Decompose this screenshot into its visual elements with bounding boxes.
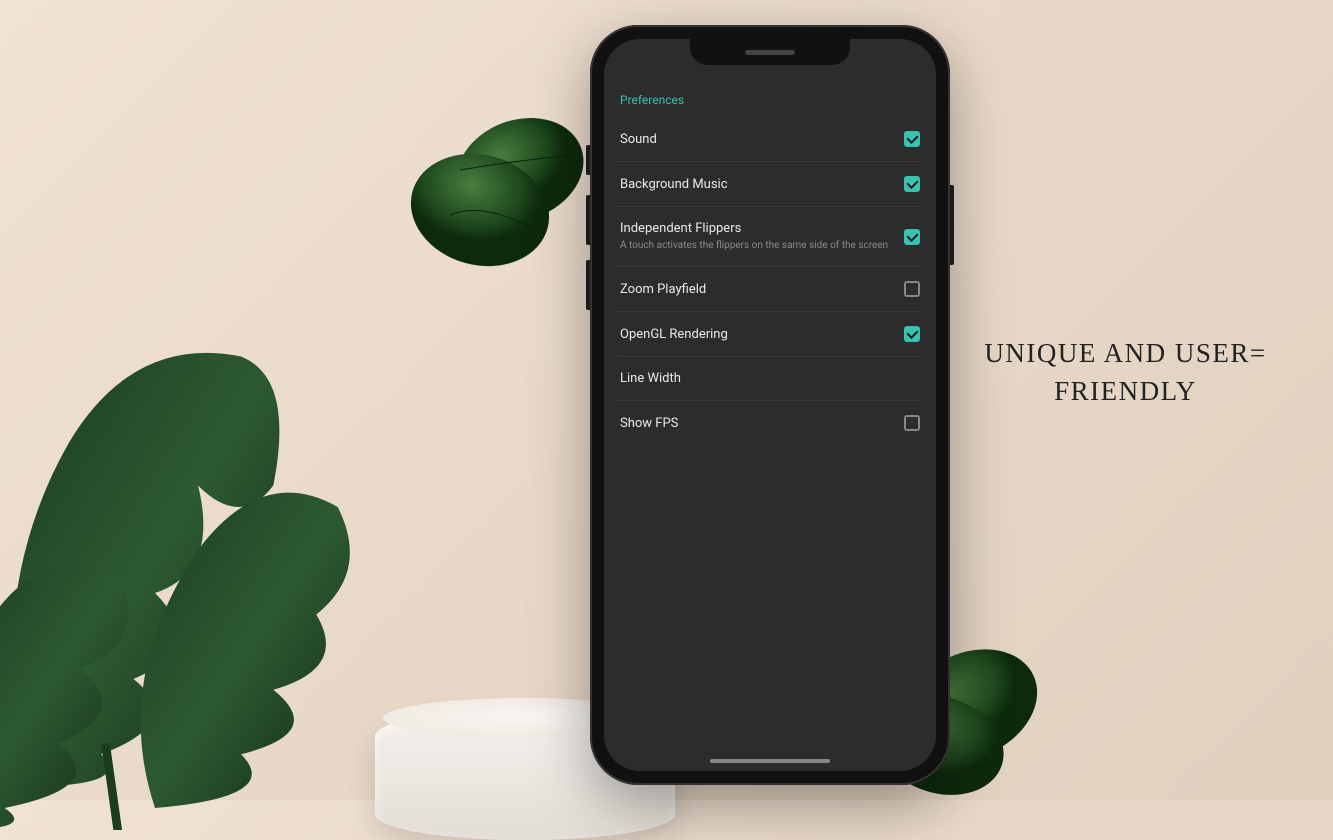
tagline-line1: UNIQUE AND USER= bbox=[984, 338, 1266, 368]
checkbox[interactable] bbox=[904, 131, 920, 147]
preferences-panel: Preferences Sound Background Music Indepen… bbox=[604, 39, 936, 445]
pref-row-zoom-playfield[interactable]: Zoom Playfield bbox=[618, 267, 922, 312]
pref-subtitle: A touch activates the flippers on the sa… bbox=[620, 239, 894, 252]
pref-text: Zoom Playfield bbox=[620, 282, 904, 297]
pref-title: Zoom Playfield bbox=[620, 282, 894, 297]
checkbox[interactable] bbox=[904, 326, 920, 342]
pref-row-independent-flippers[interactable]: Independent Flippers A touch activates th… bbox=[618, 207, 922, 267]
phone-side-button bbox=[586, 145, 590, 175]
tagline: UNIQUE AND USER= FRIENDLY bbox=[958, 335, 1293, 411]
pref-title: Independent Flippers bbox=[620, 221, 894, 236]
pref-row-background-music[interactable]: Background Music bbox=[618, 162, 922, 207]
plant-decor-left bbox=[0, 270, 370, 830]
pref-row-line-width[interactable]: Line Width bbox=[618, 357, 922, 401]
checkbox[interactable] bbox=[904, 229, 920, 245]
pref-text: Background Music bbox=[620, 177, 904, 192]
phone-side-button bbox=[586, 195, 590, 245]
tagline-line2: FRIENDLY bbox=[1054, 376, 1197, 406]
phone-mockup: Preferences Sound Background Music Indepen… bbox=[590, 25, 950, 785]
checkbox[interactable] bbox=[904, 415, 920, 431]
pref-text: Line Width bbox=[620, 371, 920, 386]
pref-text: Independent Flippers A touch activates th… bbox=[620, 221, 904, 252]
phone-screen: Preferences Sound Background Music Indepen… bbox=[604, 39, 936, 771]
pref-title: Sound bbox=[620, 132, 894, 147]
pref-text: Sound bbox=[620, 132, 904, 147]
pref-row-sound[interactable]: Sound bbox=[618, 117, 922, 162]
checkbox[interactable] bbox=[904, 281, 920, 297]
preferences-header: Preferences bbox=[618, 87, 922, 117]
phone-notch bbox=[690, 39, 850, 65]
pref-text: Show FPS bbox=[620, 416, 904, 431]
phone-side-button bbox=[586, 260, 590, 310]
pref-title: Background Music bbox=[620, 177, 894, 192]
phone-power-button bbox=[950, 185, 954, 265]
checkbox[interactable] bbox=[904, 176, 920, 192]
leaf-decor-top bbox=[400, 100, 600, 280]
pref-title: Show FPS bbox=[620, 416, 894, 431]
pref-text: OpenGL Rendering bbox=[620, 327, 904, 342]
pref-title: OpenGL Rendering bbox=[620, 327, 894, 342]
pref-title: Line Width bbox=[620, 371, 910, 386]
home-indicator[interactable] bbox=[710, 759, 830, 763]
pref-row-show-fps[interactable]: Show FPS bbox=[618, 401, 922, 445]
pref-row-opengl-rendering[interactable]: OpenGL Rendering bbox=[618, 312, 922, 357]
